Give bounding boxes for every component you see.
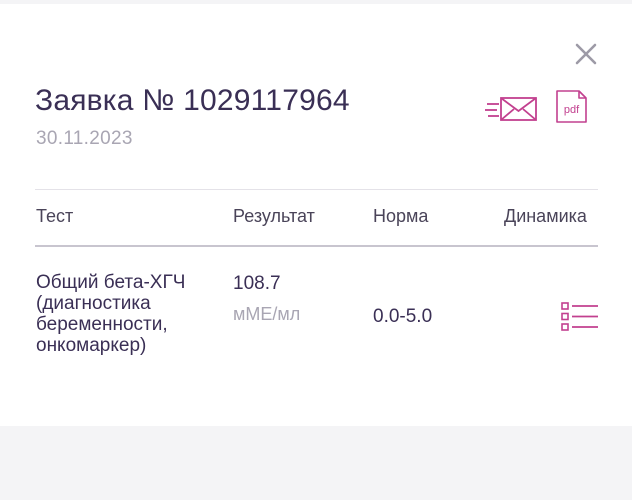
test-name: Общий бета-ХГЧ (диагностика беременности… xyxy=(36,272,186,356)
column-header-norm: Норма xyxy=(373,206,429,226)
close-icon[interactable] xyxy=(572,40,600,68)
pdf-label: pdf xyxy=(564,104,580,116)
list-icon xyxy=(561,302,598,331)
envelope-send-icon xyxy=(485,97,537,121)
download-pdf-button[interactable]: pdf xyxy=(555,89,588,124)
dynamics-button[interactable] xyxy=(561,301,599,333)
order-details-modal: Заявка № 1029117964 30.11.2023 pdf Тест … xyxy=(0,4,632,426)
send-email-button[interactable] xyxy=(485,92,539,124)
column-header-test: Тест xyxy=(36,206,74,226)
result-value: 108.7 xyxy=(233,273,281,294)
table-header-divider xyxy=(35,245,598,247)
result-unit: мМЕ/мл xyxy=(233,304,301,324)
pdf-icon: pdf xyxy=(556,90,587,123)
order-date: 30.11.2023 xyxy=(36,128,133,149)
column-header-dynamics: Динамика xyxy=(504,206,587,226)
order-title: Заявка № 1029117964 xyxy=(35,84,350,117)
header-divider xyxy=(35,189,598,190)
column-header-result: Результат xyxy=(233,206,315,226)
norm-value: 0.0-5.0 xyxy=(373,306,433,327)
